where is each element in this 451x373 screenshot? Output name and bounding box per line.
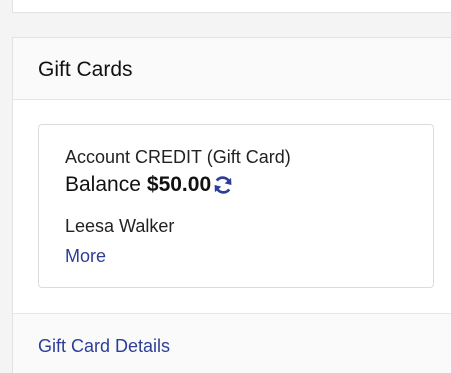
balance-amount: $50.00 — [146, 173, 212, 196]
panel-title: Gift Cards — [38, 58, 133, 81]
page-root: Gift Cards Account CREDIT (Gift Card) Ba… — [0, 0, 451, 373]
panel-header: Gift Cards — [13, 38, 451, 100]
card-holder-name: Leesa Walker — [65, 216, 175, 236]
balance-label: Balance — [65, 173, 141, 196]
card-type-label: Account CREDIT (Gift Card) — [65, 147, 291, 167]
refresh-icon[interactable] — [212, 174, 234, 196]
panel-footer: Gift Card Details — [13, 313, 451, 373]
gift-card-details-link[interactable]: Gift Card Details — [38, 336, 170, 356]
gift-cards-panel: Gift Cards Account CREDIT (Gift Card) Ba… — [12, 37, 451, 373]
more-link[interactable]: More — [65, 246, 106, 266]
previous-panel-edge — [12, 0, 451, 13]
gift-card: Account CREDIT (Gift Card) Balance $50.0… — [38, 124, 434, 288]
balance-row: Balance $50.00 — [65, 173, 234, 197]
